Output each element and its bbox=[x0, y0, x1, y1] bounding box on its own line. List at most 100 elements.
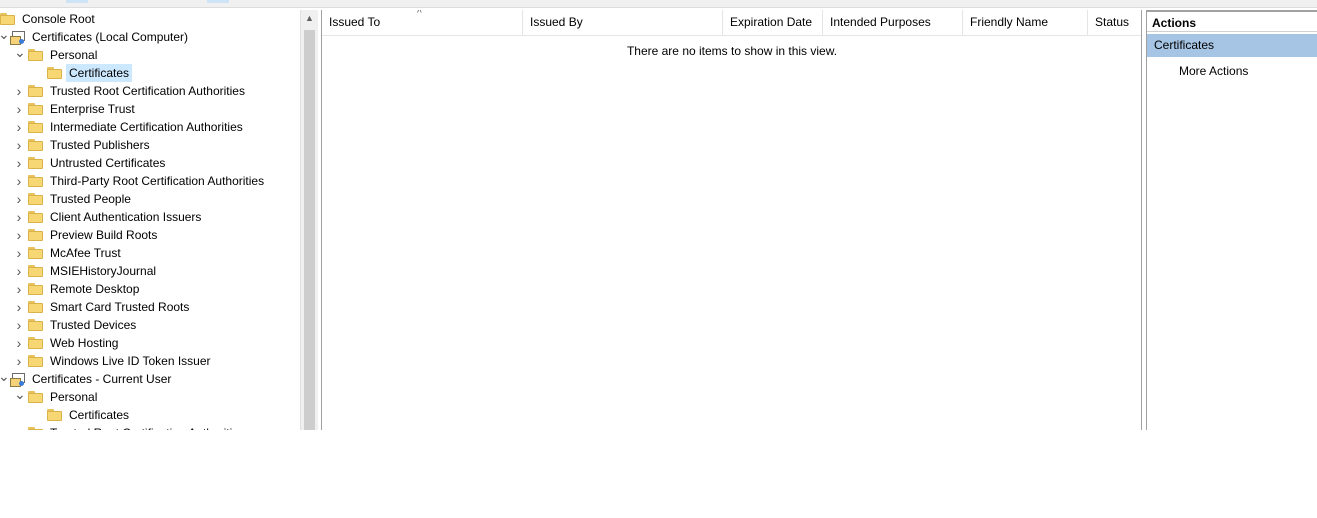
actions-pane: Actions Certificates More Actions bbox=[1146, 10, 1317, 430]
scroll-thumb[interactable] bbox=[304, 30, 315, 430]
tree-item[interactable]: › Third-Party Root Certification Authorit… bbox=[0, 172, 300, 190]
chevron-right-icon[interactable]: › bbox=[14, 316, 24, 334]
chevron-right-icon[interactable]: › bbox=[14, 262, 24, 280]
tree-item[interactable]: Certificates bbox=[0, 406, 300, 424]
console-tree[interactable]: Console Root ⌄ Certificates (Local Compute… bbox=[0, 10, 300, 430]
tree-item[interactable]: › Remote Desktop bbox=[0, 280, 300, 298]
folder-icon bbox=[47, 409, 63, 422]
tree-item-label: Certificates - Current User bbox=[32, 372, 172, 386]
empty-list-message: There are no items to show in this view. bbox=[626, 44, 838, 58]
chevron-right-icon[interactable]: › bbox=[14, 100, 24, 118]
tree-item-label: Web Hosting bbox=[50, 336, 119, 350]
folder-icon bbox=[28, 247, 44, 260]
column-label: Status bbox=[1095, 15, 1130, 29]
tree-item[interactable]: › Intermediate Certification Authorities bbox=[0, 118, 300, 136]
chevron-right-icon[interactable]: › bbox=[14, 334, 24, 352]
tree-item[interactable]: › McAfee Trust bbox=[0, 244, 300, 262]
tree-item[interactable]: Certificates bbox=[0, 64, 300, 82]
chevron-right-icon[interactable]: › bbox=[14, 352, 24, 370]
folder-icon bbox=[28, 193, 44, 206]
column-label: Intended Purposes bbox=[830, 15, 931, 29]
tree-item[interactable]: › Client Authentication Issuers bbox=[0, 208, 300, 226]
column-expiration-date[interactable]: Expiration Date bbox=[723, 10, 823, 35]
tree-item-label: Preview Build Roots bbox=[50, 228, 158, 242]
column-header: Issued To ^ Issued By Expiration Date In… bbox=[322, 10, 1141, 36]
column-friendly-name[interactable]: Friendly Name bbox=[963, 10, 1088, 35]
chevron-right-icon[interactable]: › bbox=[14, 298, 24, 316]
chevron-right-icon[interactable]: › bbox=[14, 172, 24, 190]
folder-icon bbox=[28, 211, 44, 224]
results-list[interactable]: Issued To ^ Issued By Expiration Date In… bbox=[321, 10, 1142, 430]
tree-item-label: Trusted Root Certification Authorities bbox=[47, 424, 248, 430]
chevron-down-icon[interactable]: ⌄ bbox=[0, 27, 10, 46]
chevron-right-icon[interactable]: › bbox=[14, 244, 24, 262]
certificate-store-icon bbox=[10, 373, 26, 387]
tree-scrollbar[interactable]: ▲ bbox=[300, 10, 318, 430]
tree-item-label: Console Root bbox=[22, 12, 95, 26]
tree-item-label: Certificates (Local Computer) bbox=[32, 30, 189, 44]
chevron-right-icon[interactable]: › bbox=[14, 208, 24, 226]
tree-item-label: Trusted Root Certification Authorities bbox=[50, 84, 245, 98]
chevron-right-icon[interactable]: › bbox=[14, 118, 24, 136]
folder-icon bbox=[28, 157, 44, 170]
chevron-down-icon[interactable]: ⌄ bbox=[0, 369, 10, 388]
column-issued-by[interactable]: Issued By bbox=[523, 10, 723, 35]
folder-icon bbox=[28, 427, 44, 430]
tree-item[interactable]: › Smart Card Trusted Roots bbox=[0, 298, 300, 316]
folder-icon bbox=[28, 103, 44, 116]
sort-ascending-icon: ^ bbox=[417, 10, 422, 19]
tree-item[interactable]: › MSIEHistoryJournal bbox=[0, 262, 300, 280]
tree-item-label: Personal bbox=[50, 390, 98, 404]
tree-item-label: MSIEHistoryJournal bbox=[50, 264, 157, 278]
actions-section-certificates[interactable]: Certificates bbox=[1147, 34, 1317, 57]
folder-icon bbox=[28, 229, 44, 242]
tree-item-label: Untrusted Certificates bbox=[50, 156, 166, 170]
folder-icon bbox=[28, 139, 44, 152]
tree-item[interactable]: ⌄ Personal bbox=[0, 45, 300, 64]
tree-item[interactable]: › Trusted Root Certification Authorities bbox=[0, 424, 300, 430]
tree-item-label: Certificates bbox=[69, 408, 130, 422]
chevron-right-icon[interactable]: › bbox=[14, 136, 24, 154]
chevron-right-icon[interactable]: › bbox=[14, 424, 24, 430]
chevron-right-icon[interactable]: › bbox=[14, 82, 24, 100]
chevron-right-icon[interactable]: › bbox=[14, 280, 24, 298]
tree-item[interactable]: › Windows Live ID Token Issuer bbox=[0, 352, 300, 370]
column-intended-purposes[interactable]: Intended Purposes bbox=[823, 10, 963, 35]
tree-item[interactable]: › Enterprise Trust bbox=[0, 100, 300, 118]
tree-item-label: Client Authentication Issuers bbox=[50, 210, 202, 224]
chevron-right-icon[interactable]: › bbox=[14, 190, 24, 208]
toolbar-highlight bbox=[66, 0, 88, 3]
more-actions-link[interactable]: More Actions bbox=[1179, 62, 1248, 80]
tree-item[interactable]: Console Root bbox=[0, 10, 300, 28]
tree-item[interactable]: › Trusted People bbox=[0, 190, 300, 208]
column-issued-to[interactable]: Issued To ^ bbox=[322, 10, 523, 35]
folder-icon bbox=[28, 121, 44, 134]
tree-item-label: Windows Live ID Token Issuer bbox=[50, 354, 211, 368]
tree-item[interactable]: › Untrusted Certificates bbox=[0, 154, 300, 172]
tree-item[interactable]: › Trusted Devices bbox=[0, 316, 300, 334]
folder-icon bbox=[47, 67, 63, 80]
tree-item[interactable]: ⌄ Certificates - Current User bbox=[0, 369, 300, 388]
tree-item[interactable]: › Preview Build Roots bbox=[0, 226, 300, 244]
chevron-down-icon[interactable]: ⌄ bbox=[14, 387, 26, 406]
chevron-right-icon[interactable]: › bbox=[14, 154, 24, 172]
tree-item[interactable]: ⌄ Personal bbox=[0, 387, 300, 406]
tree-item[interactable]: ⌄ Certificates (Local Computer) bbox=[0, 27, 300, 46]
actions-title: Actions bbox=[1147, 10, 1317, 32]
tree-item-label: McAfee Trust bbox=[50, 246, 121, 260]
folder-icon bbox=[28, 265, 44, 278]
folder-icon bbox=[28, 319, 44, 332]
tree-item[interactable]: › Trusted Root Certification Authorities bbox=[0, 82, 300, 100]
folder-icon bbox=[28, 283, 44, 296]
chevron-down-icon[interactable]: ⌄ bbox=[14, 45, 26, 64]
tree-item-label: Trusted Publishers bbox=[50, 138, 150, 152]
chevron-right-icon[interactable]: › bbox=[14, 226, 24, 244]
tree-item[interactable]: › Web Hosting bbox=[0, 334, 300, 352]
certificate-store-icon bbox=[10, 31, 26, 45]
folder-icon bbox=[28, 85, 44, 98]
column-status[interactable]: Status bbox=[1088, 10, 1141, 35]
tree-item-label: Third-Party Root Certification Authoriti… bbox=[50, 174, 265, 188]
tree-item[interactable]: › Trusted Publishers bbox=[0, 136, 300, 154]
scroll-up-arrow-icon[interactable]: ▲ bbox=[301, 10, 318, 27]
tree-item-label: Intermediate Certification Authorities bbox=[50, 120, 243, 134]
